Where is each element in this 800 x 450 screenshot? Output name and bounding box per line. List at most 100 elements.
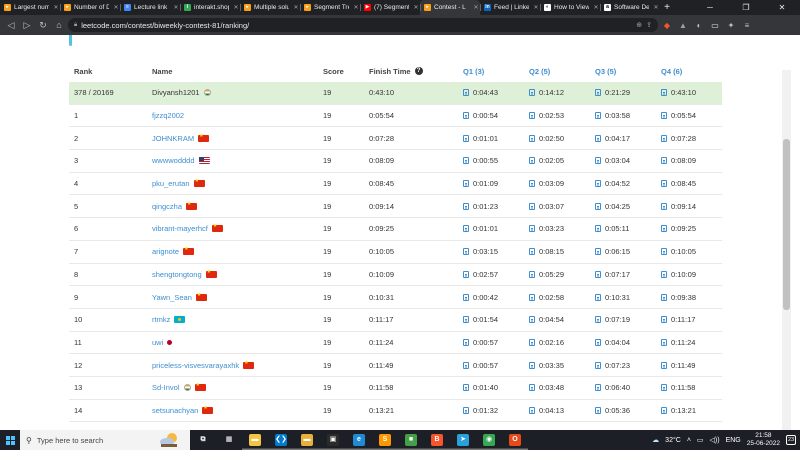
browser-tab[interactable]: ▸Largest numbe✕ — [0, 0, 60, 15]
url-text[interactable]: leetcode.com/contest/biweekly-contest-81… — [81, 21, 632, 30]
submission-icon[interactable] — [529, 157, 535, 165]
folder-button[interactable]: ▬ — [294, 430, 320, 450]
submission-icon[interactable] — [529, 338, 535, 346]
q3-time[interactable]: 0:06:40 — [605, 383, 630, 392]
taskbar-search[interactable]: ⚲ Type here to search — [20, 430, 190, 450]
submission-icon[interactable] — [529, 384, 535, 392]
submission-icon[interactable] — [661, 270, 667, 278]
submission-icon[interactable] — [595, 89, 601, 97]
submission-icon[interactable] — [463, 248, 469, 256]
submission-icon[interactable] — [463, 384, 469, 392]
q2-cell[interactable]: 0:02:50 — [529, 127, 564, 149]
q1-cell[interactable]: 0:01:40 — [463, 377, 498, 399]
q4-cell[interactable]: 0:11:49 — [661, 354, 695, 376]
browser-tab[interactable]: i interakt.shop ✕ — [180, 0, 240, 15]
q1-time[interactable]: 0:00:57 — [473, 338, 498, 347]
submission-icon[interactable] — [595, 180, 601, 188]
q1-time[interactable]: 0:01:23 — [473, 202, 498, 211]
q4-cell[interactable]: 0:11:58 — [661, 377, 695, 399]
q2-cell[interactable]: 0:03:09 — [529, 173, 564, 195]
network-icon[interactable]: ▭ — [697, 436, 704, 444]
address-bar[interactable]: 🔒︎ leetcode.com/contest/biweekly-contest… — [68, 18, 658, 32]
submission-icon[interactable] — [661, 384, 667, 392]
q1-cell[interactable]: 0:00:57 — [463, 332, 498, 354]
q3-time[interactable]: 0:04:04 — [605, 338, 630, 347]
username-link[interactable]: arignote — [152, 247, 179, 256]
home-icon[interactable]: ⌂ — [52, 18, 66, 32]
q1-cell[interactable]: 0:00:55 — [463, 150, 498, 172]
q1-cell[interactable]: 0:01:01 — [463, 127, 498, 149]
submission-icon[interactable] — [661, 89, 667, 97]
username-link[interactable]: pku_erutan — [152, 179, 190, 188]
submission-icon[interactable] — [463, 361, 469, 369]
q4-time[interactable]: 0:09:14 — [671, 202, 696, 211]
q4-time[interactable]: 0:11:17 — [671, 315, 695, 324]
rewards-icon[interactable]: ▲ — [676, 18, 690, 32]
q1-time[interactable]: 0:00:42 — [473, 293, 498, 302]
username-link[interactable]: rtmkz — [152, 315, 170, 324]
widgets-button[interactable]: ▦ — [216, 430, 242, 450]
submission-icon[interactable] — [595, 384, 601, 392]
submission-icon[interactable] — [595, 406, 601, 414]
submission-icon[interactable] — [463, 180, 469, 188]
q3-cell[interactable]: 0:04:52 — [595, 173, 630, 195]
close-window-icon[interactable]: ✕ — [764, 0, 800, 15]
q2-time[interactable]: 0:02:16 — [539, 338, 564, 347]
q2-cell[interactable]: 0:02:53 — [529, 105, 564, 127]
q4-cell[interactable]: 0:09:38 — [661, 286, 696, 308]
q4-time[interactable]: 0:11:49 — [671, 361, 695, 370]
file-explorer-button[interactable]: ▬ — [242, 430, 268, 450]
submission-icon[interactable] — [661, 293, 667, 301]
weather-icon[interactable]: ☁ — [652, 436, 659, 444]
header-q4[interactable]: Q4 (6) — [661, 60, 682, 82]
username-link[interactable]: fjzzq2002 — [152, 111, 184, 120]
q3-cell[interactable]: 0:04:17 — [595, 127, 630, 149]
q2-time[interactable]: 0:02:53 — [539, 111, 564, 120]
submission-icon[interactable] — [661, 248, 667, 256]
zoom-icon[interactable]: ⊕ — [636, 21, 642, 29]
q4-time[interactable]: 0:11:58 — [671, 383, 695, 392]
q2-cell[interactable]: 0:07:02 — [529, 422, 564, 430]
q4-cell[interactable]: 0:43:10 — [661, 82, 696, 104]
telegram-button[interactable]: ➤ — [450, 430, 476, 450]
submission-icon[interactable] — [529, 180, 535, 188]
q2-time[interactable]: 0:03:35 — [539, 361, 564, 370]
close-tab-icon[interactable]: ✕ — [592, 4, 600, 11]
submission-icon[interactable] — [661, 225, 667, 233]
apps-button[interactable]: ■ — [398, 430, 424, 450]
q4-cell[interactable]: 0:10:09 — [661, 264, 696, 286]
close-tab-icon[interactable]: ✕ — [52, 4, 60, 11]
submission-icon[interactable] — [463, 89, 469, 97]
q2-cell[interactable]: 0:14:12 — [529, 82, 564, 104]
task-view-button[interactable]: ⧉ — [190, 430, 216, 450]
chrome-button[interactable]: ◉ — [476, 430, 502, 450]
q1-time[interactable]: 0:00:57 — [473, 361, 498, 370]
q1-time[interactable]: 0:01:01 — [473, 134, 498, 143]
q3-time[interactable]: 0:10:31 — [605, 293, 630, 302]
q1-cell[interactable]: 0:01:01 — [463, 218, 498, 240]
header-q2[interactable]: Q2 (5) — [529, 60, 550, 82]
q3-time[interactable]: 0:07:17 — [605, 270, 630, 279]
q2-time[interactable]: 0:03:48 — [539, 383, 564, 392]
q2-time[interactable]: 0:04:54 — [539, 315, 564, 324]
q1-time[interactable]: 0:01:32 — [473, 406, 498, 415]
q2-time[interactable]: 0:08:15 — [539, 247, 564, 256]
close-tab-icon[interactable]: ✕ — [352, 4, 360, 11]
q1-cell[interactable]: 0:01:54 — [463, 309, 498, 331]
close-tab-icon[interactable]: ✕ — [472, 4, 480, 11]
q4-time[interactable]: 0:05:54 — [671, 111, 696, 120]
q2-time[interactable]: 0:05:29 — [539, 270, 564, 279]
username-link[interactable]: vibrant-mayerhcf — [152, 224, 208, 233]
forward-icon[interactable]: ▷ — [20, 18, 34, 32]
brave-button[interactable]: B — [424, 430, 450, 450]
submission-icon[interactable] — [529, 293, 535, 301]
q2-time[interactable]: 0:03:09 — [539, 179, 564, 188]
q4-cell[interactable]: 0:08:09 — [661, 150, 696, 172]
q1-time[interactable]: 0:01:09 — [473, 179, 498, 188]
q2-cell[interactable]: 0:08:15 — [529, 241, 564, 263]
q1-time[interactable]: 0:00:55 — [473, 156, 498, 165]
submission-icon[interactable] — [661, 406, 667, 414]
q4-time[interactable]: 0:09:25 — [671, 224, 696, 233]
q4-cell[interactable]: 0:13:21 — [661, 400, 696, 422]
q1-cell[interactable]: 0:01:09 — [463, 173, 498, 195]
